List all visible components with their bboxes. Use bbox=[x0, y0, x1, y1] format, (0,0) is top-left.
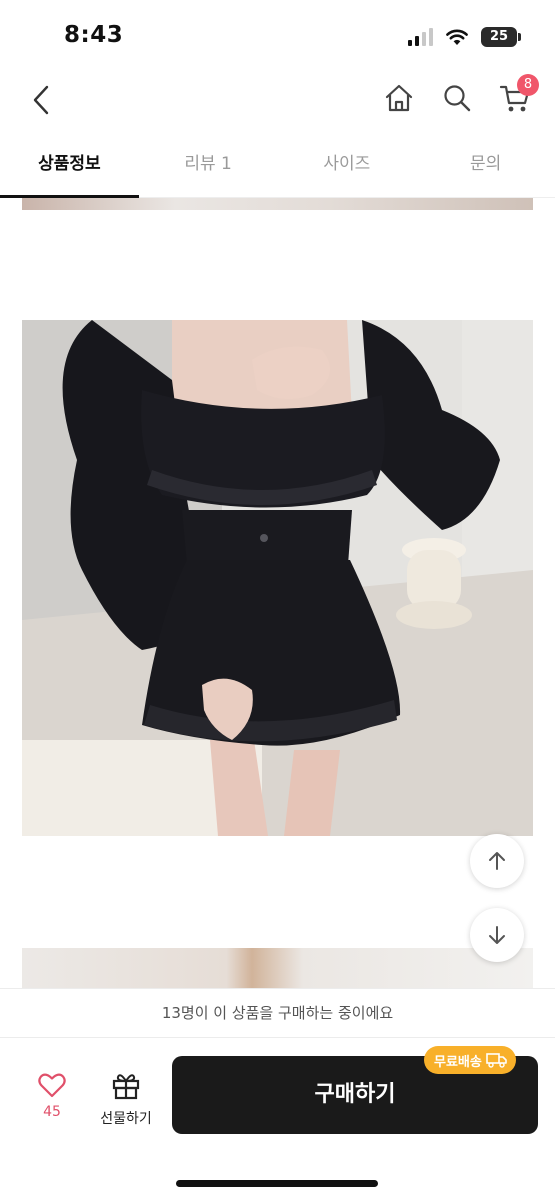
gift-icon bbox=[112, 1074, 140, 1100]
heart-icon bbox=[38, 1073, 66, 1098]
gift-button[interactable]: 선물하기 bbox=[92, 1070, 160, 1128]
truck-icon bbox=[486, 1053, 507, 1068]
product-photo-partial-top bbox=[22, 198, 533, 210]
search-button[interactable] bbox=[439, 78, 475, 118]
chevron-left-icon bbox=[33, 85, 49, 115]
home-button[interactable] bbox=[381, 78, 417, 118]
tab-reviews[interactable]: 리뷰 1 bbox=[139, 140, 278, 197]
nav-actions: 8 bbox=[381, 74, 539, 118]
status-bar: 8:43 25 bbox=[0, 0, 555, 70]
bottom-action-bar: 45 선물하기 구매하기 무료배송 bbox=[0, 1038, 555, 1200]
status-icons: 25 bbox=[408, 24, 521, 50]
tab-product-info[interactable]: 상품정보 bbox=[0, 140, 139, 198]
top-nav: 8 bbox=[0, 70, 555, 130]
tab-inquiry[interactable]: 문의 bbox=[416, 140, 555, 197]
cart-count-badge: 8 bbox=[517, 74, 539, 96]
battery-indicator: 25 bbox=[481, 27, 521, 47]
arrow-down-icon bbox=[489, 926, 505, 944]
search-icon bbox=[444, 85, 471, 112]
scroll-bottom-button[interactable] bbox=[470, 908, 524, 962]
arrow-up-icon bbox=[489, 852, 505, 870]
tab-size[interactable]: 사이즈 bbox=[278, 140, 417, 197]
scroll-top-button[interactable] bbox=[470, 834, 524, 888]
home-icon bbox=[385, 84, 413, 112]
product-tabs: 상품정보 리뷰 1 사이즈 문의 bbox=[0, 140, 555, 198]
gift-label: 선물하기 bbox=[100, 1111, 152, 1127]
signal-icon bbox=[408, 28, 433, 46]
product-photo bbox=[22, 320, 533, 836]
like-count: 45 bbox=[43, 1104, 61, 1120]
wifi-icon bbox=[446, 29, 468, 45]
free-shipping-label: 무료배송 bbox=[434, 1054, 482, 1070]
product-photo-partial-bottom bbox=[22, 948, 533, 988]
home-indicator bbox=[176, 1180, 378, 1187]
free-shipping-badge: 무료배송 bbox=[424, 1046, 516, 1074]
like-button[interactable]: 45 bbox=[30, 1072, 74, 1120]
purchasing-notice: 13명이 이 상품을 구매하는 중이에요 bbox=[0, 988, 555, 1038]
cart-button[interactable]: 8 bbox=[497, 74, 539, 118]
status-time: 8:43 bbox=[64, 22, 124, 48]
back-button[interactable] bbox=[24, 80, 58, 120]
